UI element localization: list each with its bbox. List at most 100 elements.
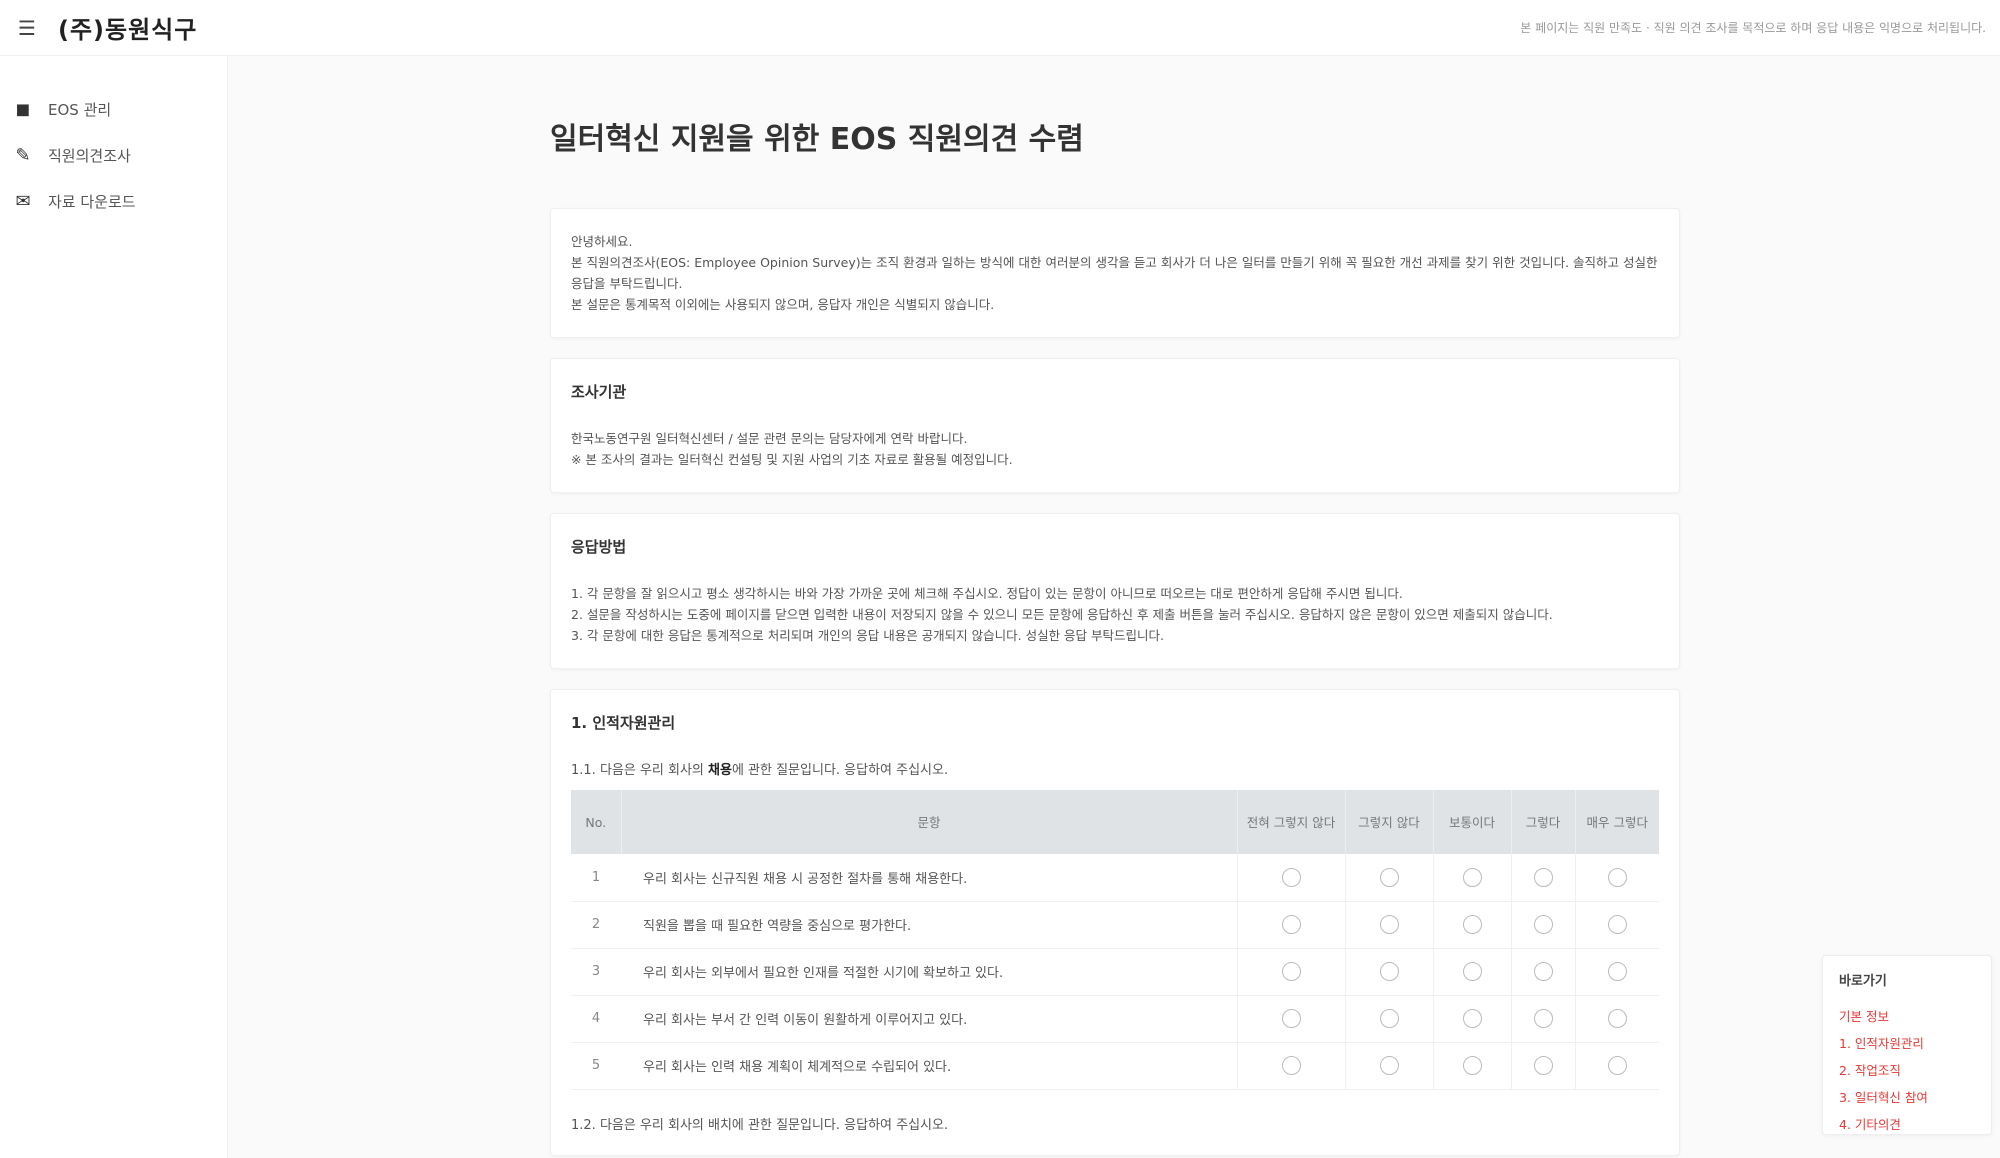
sidebar-item-label: EOS 관리: [48, 100, 112, 119]
radio-disagree[interactable]: [1379, 867, 1399, 887]
radio-agree[interactable]: [1533, 1056, 1553, 1075]
question-prompt: 1.1. 다음은 우리 회사의 채용에 관한 질문입니다. 응답하여 주십시오.: [571, 759, 1659, 778]
toc-link-basic-info[interactable]: 기본 정보: [1839, 1003, 1975, 1030]
sidebar-item-label: 자료 다운로드: [48, 192, 136, 211]
page-title: 일터혁신 지원을 위한 EOS 직원의견 수렴: [550, 122, 1084, 157]
option-cell: [1510, 948, 1575, 996]
row-number: 3: [571, 948, 621, 996]
radio-strongly-agree[interactable]: [1607, 1056, 1627, 1075]
org-text: ※ 본 조사의 결과는 일터혁신 컨설팅 및 지원 사업의 기초 자료로 활용될…: [571, 452, 1013, 467]
option-cell: [1432, 995, 1511, 1043]
prompt-keyword: 채용: [708, 763, 732, 778]
option-cell: [1574, 901, 1659, 949]
option-cell: [1344, 948, 1433, 996]
radio-strongly-agree[interactable]: [1607, 867, 1627, 887]
option-cell: [1574, 854, 1659, 902]
row-number: 2: [571, 901, 621, 949]
row-question: 직원을 뽑을 때 필요한 역량을 중심으로 평가한다.: [621, 901, 1237, 949]
option-cell: [1510, 1042, 1575, 1090]
radio-strongly-agree[interactable]: [1607, 915, 1627, 934]
col-header-opt4: 그렇다: [1511, 790, 1576, 854]
section-title: 조사기관: [571, 383, 627, 401]
option-cell: [1432, 854, 1511, 902]
survey-table: No. 문항 전혀 그렇지 않다 그렇지 않다 보통이다 그렇다 매우 그렇다 …: [571, 790, 1659, 1090]
option-cell: [1344, 854, 1433, 902]
radio-agree[interactable]: [1533, 915, 1553, 934]
radio-neutral[interactable]: [1462, 1056, 1482, 1075]
radio-strongly-disagree[interactable]: [1281, 1009, 1301, 1028]
row-number: 1: [571, 854, 621, 902]
prompt-text: 에 관한 질문입니다. 응답하여 주십시오.: [731, 763, 949, 778]
section1-card: 1. 인적자원관리 1.1. 다음은 우리 회사의 채용에 관한 질문입니다. …: [550, 689, 1680, 1156]
radio-neutral[interactable]: [1462, 962, 1482, 981]
method-text: 3. 각 문항에 대한 응답은 통계적으로 처리되며 개인의 응답 내용은 공개…: [571, 628, 1165, 643]
top-bar: ☰ (주)동원식구 본 페이지는 직원 만족도 · 직원 의견 조사를 목적으로…: [0, 0, 2000, 56]
hamburger-icon[interactable]: ☰: [14, 15, 40, 41]
toc-link-section-2[interactable]: 2. 작업조직: [1839, 1057, 1975, 1084]
toc-link-section-1[interactable]: 1. 인적자원관리: [1839, 1030, 1975, 1057]
row-question: 우리 회사는 인력 채용 계획이 체계적으로 수립되어 있다.: [621, 1042, 1237, 1090]
radio-strongly-disagree[interactable]: [1281, 867, 1301, 887]
radio-strongly-agree[interactable]: [1607, 962, 1627, 981]
dashboard-icon: ◼: [15, 98, 31, 120]
radio-agree[interactable]: [1533, 1009, 1553, 1028]
method-text: 2. 설문을 작성하시는 도중에 페이지를 닫으면 입력한 내용이 저장되지 않…: [571, 607, 1553, 622]
radio-strongly-disagree[interactable]: [1281, 915, 1301, 934]
radio-strongly-agree[interactable]: [1607, 1009, 1627, 1028]
sidebar: ◼ EOS 관리 ✎ 직원의견조사 ✉ 자료 다운로드: [0, 56, 228, 1158]
radio-neutral[interactable]: [1462, 867, 1482, 887]
table-row: 2 직원을 뽑을 때 필요한 역량을 중심으로 평가한다.: [571, 901, 1659, 949]
option-cell: [1236, 901, 1345, 949]
col-header-opt2: 그렇지 않다: [1345, 790, 1434, 854]
radio-disagree[interactable]: [1379, 1056, 1399, 1075]
intro-greeting: 안녕하세요.: [571, 234, 633, 249]
row-question: 우리 회사는 외부에서 필요한 인재를 적절한 시기에 확보하고 있다.: [621, 948, 1237, 996]
header-notice: 본 페이지는 직원 만족도 · 직원 의견 조사를 목적으로 하며 응답 내용은…: [1520, 21, 1986, 35]
method-card: 응답방법 1. 각 문항을 잘 읽으시고 평소 생각하시는 바와 가장 가까운 …: [550, 513, 1680, 669]
section-title: 응답방법: [571, 538, 627, 556]
sidebar-item-label: 직원의견조사: [48, 146, 131, 165]
option-cell: [1344, 901, 1433, 949]
table-header-row: No. 문항 전혀 그렇지 않다 그렇지 않다 보통이다 그렇다 매우 그렇다: [571, 790, 1659, 854]
toc-link-section-4[interactable]: 4. 기타의견: [1839, 1111, 1975, 1138]
chat-icon: ✉: [15, 190, 31, 212]
option-cell: [1574, 1042, 1659, 1090]
intro-text: 본 설문은 통계목적 이외에는 사용되지 않으며, 응답자 개인은 식별되지 않…: [571, 297, 995, 312]
row-number: 5: [571, 1042, 621, 1090]
table-row: 3 우리 회사는 외부에서 필요한 인재를 적절한 시기에 확보하고 있다.: [571, 948, 1659, 996]
option-cell: [1574, 948, 1659, 996]
toc-title: 바로가기: [1839, 974, 1887, 989]
radio-strongly-disagree[interactable]: [1281, 1056, 1301, 1075]
row-question: 우리 회사는 부서 간 인력 이동이 원활하게 이루어지고 있다.: [621, 995, 1237, 1043]
org-text: 한국노동연구원 일터혁신센터 / 설문 관련 문의는 담당자에게 연락 바랍니다…: [571, 431, 968, 446]
sidebar-item-download[interactable]: ✉ 자료 다운로드: [0, 178, 227, 224]
sidebar-item-survey[interactable]: ✎ 직원의견조사: [0, 132, 227, 178]
row-question: 우리 회사는 신규직원 채용 시 공정한 절차를 통해 채용한다.: [621, 854, 1237, 902]
radio-neutral[interactable]: [1462, 915, 1482, 934]
option-cell: [1432, 901, 1511, 949]
option-cell: [1236, 948, 1345, 996]
intro-text: 본 직원의견조사(EOS: Employee Opinion Survey)는 …: [571, 255, 1658, 291]
radio-strongly-disagree[interactable]: [1281, 962, 1301, 981]
radio-agree[interactable]: [1533, 867, 1553, 887]
col-header-opt5: 매우 그렇다: [1575, 790, 1659, 854]
prompt-text: 1.1. 다음은 우리 회사의: [571, 763, 709, 778]
option-cell: [1574, 995, 1659, 1043]
option-cell: [1344, 1042, 1433, 1090]
company-name: (주)동원식구: [58, 16, 198, 44]
org-card: 조사기관 한국노동연구원 일터혁신센터 / 설문 관련 문의는 담당자에게 연락…: [550, 358, 1680, 493]
section-title: 1. 인적자원관리: [571, 714, 676, 732]
radio-neutral[interactable]: [1462, 1009, 1482, 1028]
radio-disagree[interactable]: [1379, 915, 1399, 934]
radio-disagree[interactable]: [1379, 962, 1399, 981]
radio-agree[interactable]: [1533, 962, 1553, 981]
toc-link-section-3[interactable]: 3. 일터혁신 참여: [1839, 1084, 1975, 1111]
col-header-opt1: 전혀 그렇지 않다: [1237, 790, 1346, 854]
edit-icon: ✎: [15, 144, 31, 166]
radio-disagree[interactable]: [1379, 1009, 1399, 1028]
option-cell: [1344, 995, 1433, 1043]
option-cell: [1510, 854, 1575, 902]
sidebar-item-eos-manage[interactable]: ◼ EOS 관리: [0, 86, 227, 132]
table-row: 4 우리 회사는 부서 간 인력 이동이 원활하게 이루어지고 있다.: [571, 995, 1659, 1043]
table-row: 1 우리 회사는 신규직원 채용 시 공정한 절차를 통해 채용한다.: [571, 854, 1659, 902]
